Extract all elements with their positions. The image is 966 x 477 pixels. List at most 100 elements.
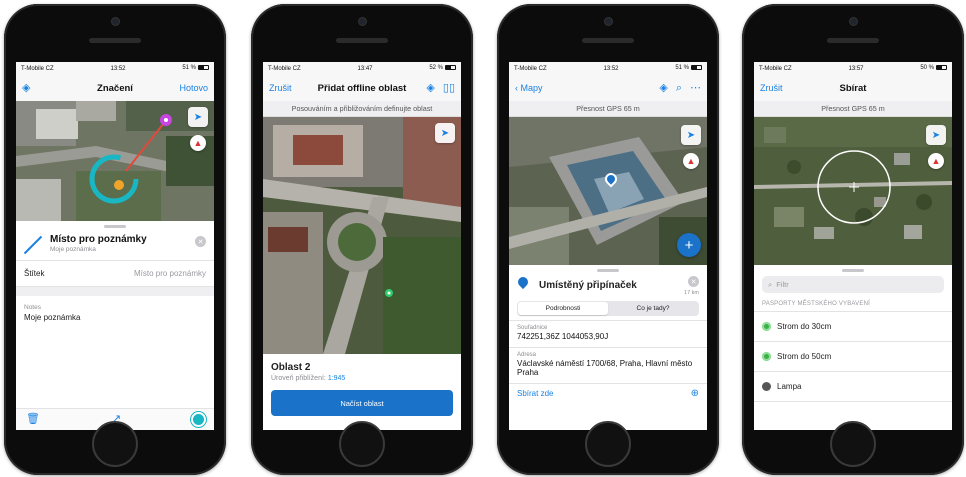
home-button bbox=[585, 421, 631, 467]
front-camera bbox=[359, 18, 366, 25]
trash-icon[interactable]: 🗑 bbox=[26, 414, 40, 425]
markup-header: Místo pro poznámky Moje poznámka ✕ bbox=[16, 228, 214, 261]
pin-header: Umístěný připínaček ✕ 17 km bbox=[509, 272, 707, 299]
pin-icon bbox=[517, 277, 529, 293]
earpiece bbox=[582, 38, 634, 43]
gps-accuracy-bar: Přesnost GPS 65 m bbox=[509, 101, 707, 117]
area-title: Oblast 2 bbox=[271, 362, 311, 373]
label-field[interactable]: Místo pro poznámky bbox=[134, 269, 206, 278]
notes-key: Notes bbox=[24, 304, 41, 311]
hint-bar: Posouváním a přibližováním definujte obl… bbox=[263, 101, 461, 117]
phone-markup: T-Mobile CZ 13:52 51 % ◈ Značení Hotovo bbox=[4, 4, 226, 475]
phone-offline-area: T-Mobile CZ 13:47 52 % Zrušit Přidat off… bbox=[251, 4, 473, 475]
book-icon[interactable]: ▯▯ bbox=[443, 82, 455, 94]
nav-bar: Zrušit Sbírat bbox=[754, 75, 952, 101]
phone-dropped-pin: T-Mobile CZ 13:52 51 % ‹ Mapy ◈ ⌕ ⋯ Přes… bbox=[497, 4, 719, 475]
tree-icon bbox=[762, 352, 771, 361]
done-button[interactable]: Hotovo bbox=[179, 83, 208, 93]
clock: 13:47 bbox=[357, 65, 373, 72]
cancel-button[interactable]: Zrušit bbox=[269, 83, 292, 93]
nav-bar: Zrušit Přidat offline oblast ◈ ▯▯ bbox=[263, 75, 461, 101]
tab-details[interactable]: Podrobnosti bbox=[518, 302, 608, 315]
address-key: Adresa bbox=[517, 351, 537, 358]
separator bbox=[16, 287, 214, 296]
status-bar: T-Mobile CZ 13:52 51 % bbox=[16, 62, 214, 75]
sheet-grabber[interactable] bbox=[842, 269, 864, 272]
collect-here-link[interactable]: Sbírat zde bbox=[517, 389, 553, 398]
coordinates-row: Souřadnice 742251,36Z 1044053,90J bbox=[509, 320, 707, 347]
locate-button[interactable]: ➤ bbox=[681, 125, 701, 145]
screen-offline-area: T-Mobile CZ 13:47 52 % Zrušit Přidat off… bbox=[263, 62, 461, 430]
tab-whats-here[interactable]: Co je tady? bbox=[608, 302, 698, 315]
search-icon[interactable]: ⌕ bbox=[676, 82, 682, 94]
line-icon bbox=[24, 235, 42, 253]
offline-area-card: Oblast 2 Úroveň přiblížení: 1:945 Načíst… bbox=[263, 354, 461, 430]
collect-here-row[interactable]: Sbírat zde ⊕ bbox=[509, 382, 707, 404]
home-button bbox=[92, 421, 138, 467]
distance: 17 km bbox=[684, 290, 699, 296]
nav-title: Sbírat bbox=[839, 82, 867, 94]
map-view[interactable]: ➤ bbox=[263, 117, 461, 354]
notes-field[interactable]: Notes Moje poznámka bbox=[16, 296, 214, 388]
status-bar: T-Mobile CZ 13:52 51 % bbox=[509, 62, 707, 75]
markup-sheet: Místo pro poznámky Moje poznámka ✕ Štíte… bbox=[16, 225, 214, 388]
segmented-control: Podrobnosti Co je tady? bbox=[517, 301, 699, 316]
list-item[interactable]: Strom do 30cm bbox=[754, 312, 952, 342]
search-icon: ⌕ bbox=[768, 279, 773, 289]
locate-button[interactable]: ➤ bbox=[435, 123, 455, 143]
battery: 51 % bbox=[675, 65, 702, 72]
lamp-icon bbox=[762, 382, 771, 391]
tree-icon bbox=[762, 322, 771, 331]
compass-icon[interactable]: ▲ bbox=[190, 135, 206, 151]
layers-icon[interactable]: ◈ bbox=[22, 82, 30, 94]
list-item-label: Strom do 30cm bbox=[777, 322, 832, 331]
layers-icon[interactable]: ◈ bbox=[659, 82, 667, 94]
compass-icon[interactable]: ▲ bbox=[928, 153, 944, 169]
locate-button[interactable]: ➤ bbox=[188, 107, 208, 127]
list-item[interactable]: Lampa bbox=[754, 372, 952, 402]
add-button[interactable]: + bbox=[677, 233, 701, 257]
notes-value: Moje poznámka bbox=[24, 313, 81, 322]
cancel-button[interactable]: Zrušit bbox=[760, 83, 783, 93]
screen-dropped-pin: T-Mobile CZ 13:52 51 % ‹ Mapy ◈ ⌕ ⋯ Přes… bbox=[509, 62, 707, 430]
carrier: T-Mobile CZ bbox=[759, 65, 792, 72]
list-item-label: Strom do 50cm bbox=[777, 352, 832, 361]
markup-title: Místo pro poznámky bbox=[50, 234, 147, 245]
coordinates-key: Souřadnice bbox=[517, 325, 548, 331]
screen-markup: T-Mobile CZ 13:52 51 % ◈ Značení Hotovo bbox=[16, 62, 214, 430]
address-value: Václavské náměstí 1700/68, Praha, Hlavní… bbox=[517, 358, 693, 378]
back-button[interactable]: ‹ Mapy bbox=[515, 83, 543, 93]
carrier: T-Mobile CZ bbox=[21, 65, 54, 72]
map-view[interactable]: ➤ ▲ bbox=[16, 101, 214, 221]
markup-subtitle: Moje poznámka bbox=[50, 246, 96, 253]
more-icon[interactable]: ⋯ bbox=[690, 82, 701, 94]
filter-input[interactable]: ⌕ Filtr bbox=[762, 276, 944, 293]
map-view[interactable]: ➤ ▲ bbox=[754, 117, 952, 267]
close-icon[interactable]: ✕ bbox=[688, 276, 699, 287]
front-camera bbox=[605, 18, 612, 25]
locate-button[interactable]: ➤ bbox=[926, 125, 946, 145]
layers-icon[interactable]: ◈ bbox=[426, 82, 434, 94]
clock: 13:52 bbox=[603, 65, 619, 72]
list-item[interactable]: Strom do 50cm bbox=[754, 342, 952, 372]
battery: 50 % bbox=[920, 65, 947, 72]
section-header: PASPORTY MĚSTSKÉHO VYBAVENÍ bbox=[754, 297, 952, 312]
add-circle-icon[interactable]: ⊕ bbox=[691, 388, 699, 399]
download-area-button[interactable]: Načíst oblast bbox=[271, 390, 453, 416]
nav-tools: ◈ ▯▯ bbox=[426, 82, 455, 94]
close-icon[interactable]: ✕ bbox=[195, 236, 206, 247]
coordinates-value: 742251,36Z 1044053,90J bbox=[517, 332, 609, 341]
label-key: Štítek bbox=[24, 269, 45, 278]
nav-tools: ◈ ⌕ ⋯ bbox=[659, 82, 701, 94]
status-bar: T-Mobile CZ 13:57 50 % bbox=[754, 62, 952, 75]
map-view[interactable]: ➤ ▲ + bbox=[509, 117, 707, 265]
collect-sheet: ⌕ Filtr PASPORTY MĚSTSKÉHO VYBAVENÍ Stro… bbox=[754, 265, 952, 430]
carrier: T-Mobile CZ bbox=[514, 65, 547, 72]
clock: 13:52 bbox=[110, 65, 126, 72]
gps-accuracy-bar: Přesnost GPS 65 m bbox=[754, 101, 952, 117]
label-row[interactable]: Štítek Místo pro poznámky bbox=[16, 261, 214, 287]
front-camera bbox=[112, 18, 119, 25]
compass-icon[interactable]: ▲ bbox=[683, 153, 699, 169]
color-icon[interactable] bbox=[193, 414, 204, 425]
front-camera bbox=[850, 18, 857, 25]
